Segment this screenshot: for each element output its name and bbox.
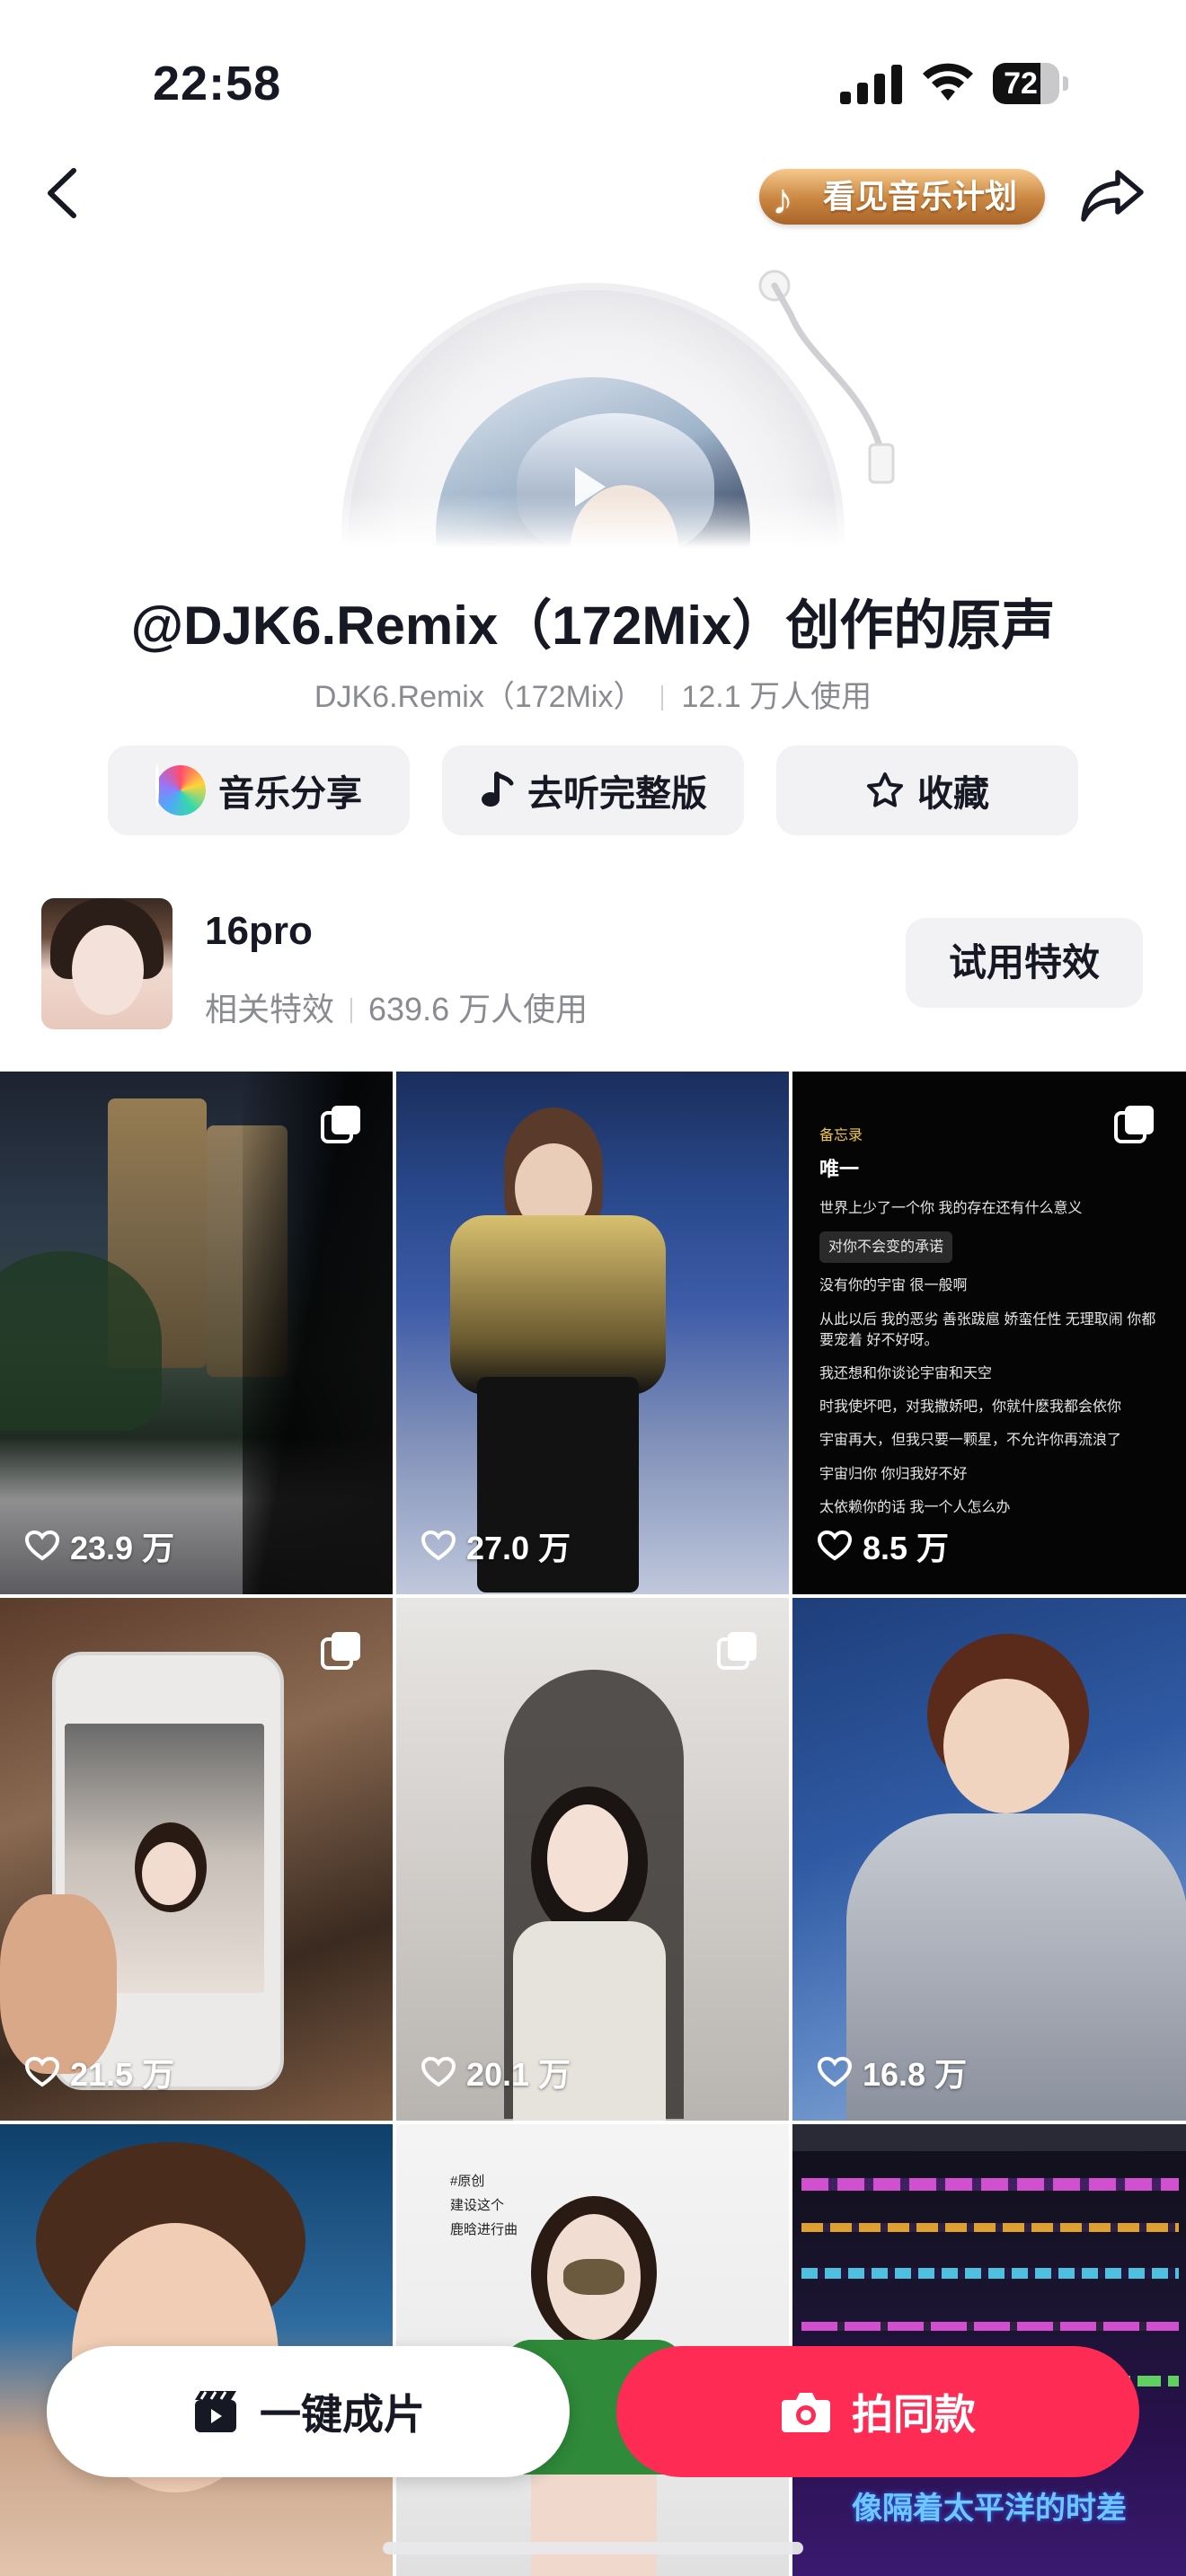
music-share-button[interactable]: 音乐分享 <box>108 745 410 835</box>
like-count: 23.9 万 <box>25 1522 174 1569</box>
multi-image-icon <box>1114 1106 1154 1143</box>
wifi-icon <box>923 63 973 101</box>
battery-icon: 72 <box>993 63 1068 104</box>
cellular-signal-icon <box>840 63 903 104</box>
effect-meta: 相关特效 639.6 万人使用 <box>205 984 588 1030</box>
multi-image-icon <box>717 1632 757 1670</box>
notes-line: 从此以后 我的恶劣 善张跋扈 娇蛮任性 无理取闹 你都要宠着 好不好呀。 <box>819 1311 1156 1348</box>
like-count: 27.0 万 <box>421 1522 571 1569</box>
notes-heading: 唯一 <box>819 1158 860 1181</box>
effect-thumbnail[interactable] <box>41 898 173 1029</box>
share-icon[interactable] <box>1078 163 1146 226</box>
notes-line: 世界上少了一个你 我的存在还有什么意义 <box>819 1201 1083 1217</box>
heart-icon <box>25 2057 59 2087</box>
video-tile[interactable]: 16.8 万 <box>792 1598 1186 2121</box>
music-plan-label: 看见音乐计划 <box>822 178 1017 215</box>
notes-line: 宇宙再大，但我只要一颗星，不允许你再流浪了 <box>819 1433 1122 1449</box>
notes-line: 太依赖你的话 我一个人怎么办 <box>819 1499 1011 1515</box>
favorite-label: 收藏 <box>917 774 989 814</box>
star-icon <box>867 772 903 807</box>
video-caption: 像隔着太平洋的时差 <box>852 2492 1127 2526</box>
one-click-label: 一键成片 <box>260 2391 425 2438</box>
notes-line: 没有你的宇宙 很一般啊 <box>819 1278 968 1294</box>
record-player[interactable] <box>270 260 1006 548</box>
caption-tag: #原创 <box>450 2174 485 2189</box>
music-share-label: 音乐分享 <box>218 774 362 814</box>
music-note-icon <box>482 772 514 807</box>
video-tile[interactable]: 21.5 万 <box>0 1598 393 2121</box>
video-caption: #原创 建设这个 鹿晗进行曲 <box>450 2169 518 2242</box>
video-tile[interactable]: 20.1 万 <box>396 1598 789 2121</box>
share-avatar-icon <box>155 763 206 816</box>
notes-screenshot: 备忘录 唯一 世界上少了一个你 我的存在还有什么意义 对你不会变的承诺 没有你的… <box>819 1125 1170 1531</box>
video-tile[interactable]: 23.9 万 <box>0 1072 393 1594</box>
try-effect-button[interactable]: 试用特效 <box>906 918 1143 1008</box>
shoot-same-label: 拍同款 <box>852 2391 976 2438</box>
video-tile[interactable]: 27.0 万 <box>396 1072 789 1594</box>
sound-title: @DJK6.Remix（172Mix）创作的原声 <box>130 595 1056 656</box>
video-tile[interactable]: 备忘录 唯一 世界上少了一个你 我的存在还有什么意义 对你不会变的承诺 没有你的… <box>792 1072 1186 1594</box>
heart-icon <box>25 1531 59 1561</box>
heart-icon <box>421 1531 456 1561</box>
favorite-button[interactable]: 收藏 <box>776 745 1078 835</box>
caption-line: 建设这个 <box>450 2198 505 2213</box>
notes-line: 时我使坏吧，对我撒娇吧，你就什麽我都会依你 <box>819 1399 1122 1416</box>
multi-image-icon <box>321 1632 360 1670</box>
effect-label: 相关特效 <box>205 991 335 1028</box>
shoot-same-button[interactable]: 拍同款 <box>616 2346 1139 2477</box>
usage-count: 12.1 万人使用 <box>681 680 872 714</box>
music-note-icon: ♪ <box>772 176 793 224</box>
effect-usage: 639.6 万人使用 <box>368 991 589 1028</box>
tonearm <box>758 269 895 484</box>
heart-icon <box>818 2057 852 2087</box>
back-icon[interactable] <box>36 162 90 225</box>
camera-icon <box>782 2393 830 2432</box>
caption-line: 鹿晗进行曲 <box>450 2222 518 2237</box>
full-version-label: 去听完整版 <box>527 774 707 814</box>
music-plan-banner[interactable]: ♪ 看见音乐计划 <box>759 169 1045 225</box>
author-name[interactable]: DJK6.Remix（172Mix） <box>314 680 644 714</box>
full-version-button[interactable]: 去听完整版 <box>442 745 744 835</box>
notes-line: 宇宙归你 你归我好不好 <box>819 1466 968 1482</box>
clapperboard-icon <box>195 2391 236 2432</box>
like-count: 21.5 万 <box>25 2049 174 2095</box>
heart-icon <box>421 2057 456 2087</box>
one-click-video-button[interactable]: 一键成片 <box>47 2346 570 2477</box>
multi-image-icon <box>321 1106 360 1143</box>
battery-level: 72 <box>1004 66 1038 101</box>
sound-meta: DJK6.Remix（172Mix） 12.1 万人使用 <box>0 672 1186 716</box>
like-count: 20.1 万 <box>421 2049 571 2095</box>
home-indicator[interactable] <box>383 2542 803 2554</box>
like-count: 8.5 万 <box>818 1522 949 1569</box>
effect-name[interactable]: 16pro <box>205 909 313 954</box>
status-time: 22:58 <box>153 57 282 110</box>
notes-line: 我还想和你谈论宇宙和天空 <box>819 1366 993 1382</box>
like-count: 16.8 万 <box>818 2049 967 2095</box>
heart-icon <box>818 1531 852 1561</box>
notes-line: 对你不会变的承诺 <box>819 1231 953 1264</box>
